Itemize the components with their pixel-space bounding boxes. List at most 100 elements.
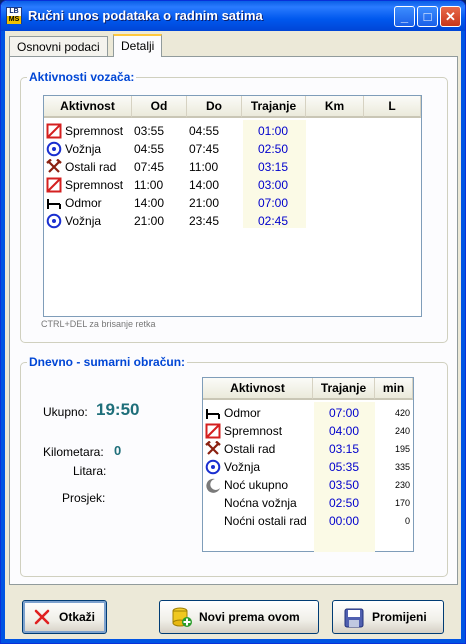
minimize-button[interactable]: _ [394,6,415,27]
summary-min-cell: 420 [394,408,410,418]
kilometara-label: Kilometara: [43,445,104,459]
voznja-icon [46,213,62,229]
from-cell: 07:45 [134,160,165,174]
ostali-rad-icon [205,440,221,457]
window-frame-bottom [1,639,465,643]
duration-cell: 01:00 [258,124,289,138]
duration-cell: 02:45 [258,214,289,228]
summary-duration-cell: 05:35 [329,460,360,474]
summary-duration-cell: 07:00 [329,406,360,420]
new-from-this-label: Novi prema ovom [199,610,300,624]
spremnost-icon [205,423,221,439]
activities-group: Aktivnosti vozača: Aktivnost Od Do Traja… [20,70,448,343]
noc-icon [205,477,221,493]
new-from-this-button[interactable]: Novi prema ovom [159,600,319,634]
main-window: LB MS Ručni unos podataka o radnim satim… [0,0,466,644]
delete-row-hint: CTRL+DEL za brisanje retka [41,319,156,329]
cancel-button[interactable]: Otkaži [22,600,107,634]
summary-duration-cell: 02:50 [329,496,360,510]
save-button[interactable]: Promijeni [332,600,444,634]
summary-min-cell: 230 [394,480,410,490]
summary-row[interactable]: Noćni ostali rad 00:00 0 [203,512,413,530]
col-header-do[interactable]: Do [187,96,242,118]
summary-row[interactable]: Noćna vožnja 02:50 170 [203,494,413,512]
to-cell: 14:00 [189,178,220,192]
summary-row[interactable]: Spremnost 04:00 240 [203,422,413,440]
litara-label: Litara: [73,464,107,478]
summary-activity-cell: Noćna vožnja [224,496,297,510]
summary-min-cell: 195 [394,444,410,454]
duration-cell: 03:00 [258,178,289,192]
table-row[interactable]: Spremnost 11:00 14:00 03:00 [44,176,421,194]
from-cell: 14:00 [134,196,165,210]
activity-cell: Vožnja [65,214,102,228]
close-button[interactable]: ✕ [440,6,461,27]
from-cell: 03:55 [134,124,165,138]
from-cell: 11:00 [134,178,164,192]
voznja-icon [46,141,62,157]
activity-cell: Spremnost [65,124,124,138]
summary-duration-cell: 04:00 [329,424,360,438]
summary-row[interactable]: Ostali rad 03:15 195 [203,440,413,458]
summary-col-aktivnost[interactable]: Aktivnost [203,378,313,400]
duration-cell: 03:15 [258,160,289,174]
cancel-icon [34,609,50,625]
col-header-km[interactable]: Km [306,96,364,118]
activity-cell: Vožnja [65,142,102,156]
floppy-disk-icon [344,608,364,628]
table-row[interactable]: Vožnja 21:00 23:45 02:45 [44,212,421,230]
prosjek-label: Prosjek: [62,491,106,505]
tab-osnovni-podaci[interactable]: Osnovni podaci [9,36,108,57]
summary-group-title: Dnevno - sumarni obračun: [27,355,188,369]
summary-duration-cell: 03:50 [329,478,360,492]
window-frame-right [461,31,465,643]
to-cell: 11:00 [189,160,219,174]
ukupno-value: 19:50 [96,400,140,419]
duration-cell: 02:50 [258,142,289,156]
summary-row[interactable]: Vožnja 05:35 335 [203,458,413,476]
summary-col-min[interactable]: min [375,378,413,400]
voznja-icon [205,459,221,475]
table-row[interactable]: Spremnost 03:55 04:55 01:00 [44,122,421,140]
save-button-label: Promijeni [372,610,427,624]
duration-cell: 07:00 [258,196,289,210]
title-bar[interactable]: LB MS Ručni unos podataka o radnim satim… [1,1,465,31]
summary-min-cell: 240 [394,426,410,436]
summary-row[interactable]: Odmor 07:00 420 [203,404,413,422]
table-row[interactable]: Ostali rad 07:45 11:00 03:15 [44,158,421,176]
summary-group: Dnevno - sumarni obračun: Ukupno: 19:50 … [20,355,448,577]
tab-detalji[interactable]: Detalji [113,34,163,57]
table-row[interactable]: Odmor 14:00 21:00 07:00 [44,194,421,212]
summary-activity-cell: Vožnja [224,460,261,474]
col-header-trajanje[interactable]: Trajanje [242,96,306,118]
to-cell: 04:55 [189,124,220,138]
cancel-button-label: Otkaži [59,610,96,624]
summary-activity-cell: Ostali rad [224,442,276,456]
summary-min-cell: 0 [404,516,410,526]
summary-min-cell: 170 [394,498,410,508]
col-header-l[interactable]: L [364,96,421,118]
spremnost-icon [46,177,62,193]
new-record-icon [172,607,192,627]
table-row[interactable]: Vožnja 04:55 07:45 02:50 [44,140,421,158]
summary-activity-cell: Noćni ostali rad [224,514,307,528]
summary-col-trajanje[interactable]: Trajanje [313,378,375,400]
summary-row[interactable]: Noć ukupno 03:50 230 [203,476,413,494]
odmor-icon [205,405,221,421]
summary-duration-cell: 03:15 [329,442,360,456]
from-cell: 21:00 [134,214,165,228]
summary-activity-cell: Spremnost [224,424,283,438]
activity-cell: Odmor [65,196,102,210]
maximize-button[interactable]: □ [417,6,438,27]
window-title: Ručni unos podataka o radnim satima [28,8,263,23]
to-cell: 07:45 [189,142,220,156]
summary-duration-cell: 00:00 [329,514,360,528]
ostali-rad-icon [46,158,62,175]
activities-table[interactable]: Aktivnost Od Do Trajanje Km L Spremnost 0… [43,95,422,317]
app-icon: LB MS [6,7,22,24]
window-frame-left [1,31,5,643]
summary-table[interactable]: Aktivnost Trajanje min Odmor 07:00 420 Spre… [202,377,414,552]
col-header-od[interactable]: Od [132,96,187,118]
to-cell: 23:45 [189,214,220,228]
col-header-aktivnost[interactable]: Aktivnost [44,96,132,118]
